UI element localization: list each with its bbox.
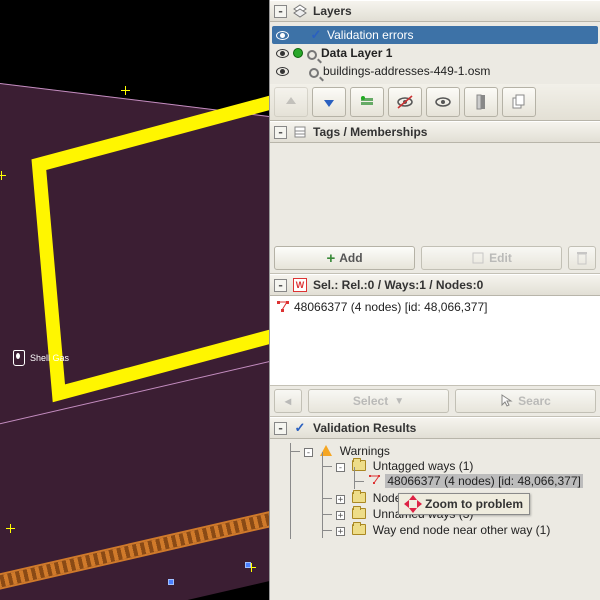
warnings-node[interactable]: - Warnings - Untagged ways (1) 48066377 … [290, 443, 598, 539]
visibility-toggle-icon[interactable] [276, 31, 289, 40]
collapse-toggle[interactable]: - [274, 126, 287, 139]
folder-icon [352, 524, 366, 535]
edit-icon [471, 251, 485, 265]
selection-item[interactable]: 48066377 (4 nodes) [id: 48,066,377] [276, 300, 594, 314]
validation-tree[interactable]: - Warnings - Untagged ways (1) 48066377 … [270, 439, 600, 600]
layers-panel-header: - Layers [270, 0, 600, 22]
tree-label: Way end node near other way (1) [373, 523, 551, 537]
validation-item[interactable]: 48066377 (4 nodes) [id: 48,066,377] [354, 473, 598, 489]
tree-handle[interactable]: - [336, 463, 345, 472]
layer-label: Data Layer 1 [321, 46, 392, 60]
active-layer-icon [293, 48, 303, 58]
search-button[interactable]: Searc [455, 389, 596, 413]
move-up-button[interactable] [274, 87, 308, 117]
dropdown-icon: ▼ [394, 396, 404, 407]
trash-icon [576, 251, 588, 265]
node-marker[interactable] [168, 579, 174, 585]
tree-handle[interactable]: + [336, 511, 345, 520]
tree-handle[interactable]: + [336, 527, 345, 536]
layer-opacity-button[interactable] [426, 87, 460, 117]
layers-icon [293, 4, 307, 18]
layer-item-validation-errors[interactable]: Validation errors [272, 26, 598, 44]
collapse-toggle[interactable]: - [274, 422, 287, 435]
layer-item-osm-file[interactable]: buildings-addresses-449-1.osm [272, 62, 598, 80]
layers-toolbar [270, 84, 600, 121]
tags-list[interactable] [270, 143, 600, 243]
layer-label: buildings-addresses-449-1.osm [323, 64, 490, 78]
way-icon [368, 474, 382, 486]
validation-panel-header: - Validation Results [270, 417, 600, 439]
selection-title: Sel.: Rel.:0 / Ways:1 / Nodes:0 [313, 278, 483, 292]
way-icon [276, 300, 290, 314]
validation-icon [293, 421, 307, 435]
context-tooltip: Zoom to problem [398, 493, 530, 515]
data-layer-icon [307, 50, 317, 60]
tree-label: Warnings [340, 444, 390, 458]
tree-label: Untagged ways (1) [373, 459, 474, 473]
validation-layer-icon [309, 28, 323, 42]
visibility-toggle-icon[interactable] [276, 67, 289, 76]
poi-label: Shell Gas [30, 353, 69, 363]
move-down-button[interactable] [312, 87, 346, 117]
cursor-icon [500, 394, 514, 408]
selection-icon: W [293, 278, 307, 292]
duplicate-layer-button[interactable] [502, 87, 536, 117]
add-tag-button[interactable]: + Add [274, 246, 415, 270]
activate-layer-button[interactable] [350, 87, 384, 117]
select-button[interactable]: Select ▼ [308, 389, 449, 413]
tags-panel-header: - Tags / Memberships [270, 121, 600, 143]
data-layer-icon [309, 68, 319, 78]
layers-list: Validation errors Data Layer 1 buildings… [270, 22, 600, 84]
tree-handle[interactable]: + [336, 495, 345, 504]
node-marker[interactable] [121, 86, 130, 95]
collapse-toggle[interactable]: - [274, 5, 287, 18]
zoom-arrows-icon [405, 496, 421, 512]
layers-title: Layers [313, 4, 352, 18]
node-marker[interactable] [6, 524, 15, 533]
selection-panel-header: - W Sel.: Rel.:0 / Ways:1 / Nodes:0 [270, 274, 600, 296]
node-marker[interactable] [0, 171, 6, 180]
untagged-ways-node[interactable]: - Untagged ways (1) 48066377 (4 nodes) [… [322, 458, 598, 490]
selection-item-label: 48066377 (4 nodes) [id: 48,066,377] [294, 300, 488, 314]
merge-layer-button[interactable] [464, 87, 498, 117]
folder-icon [352, 508, 366, 519]
validation-title: Validation Results [313, 421, 416, 435]
node-marker[interactable] [245, 562, 251, 568]
tags-icon [293, 125, 307, 139]
tags-title: Tags / Memberships [313, 125, 427, 139]
delete-tag-button[interactable] [568, 246, 596, 270]
map-canvas[interactable]: Shell Gas [0, 0, 269, 600]
tags-button-row: + Add Edit [270, 243, 600, 274]
way-end-node[interactable]: + Way end node near other way (1) [322, 522, 598, 538]
toggle-visibility-button[interactable] [388, 87, 422, 117]
layer-item-data-layer-1[interactable]: Data Layer 1 [272, 44, 598, 62]
selection-list[interactable]: 48066377 (4 nodes) [id: 48,066,377] [270, 296, 600, 386]
layer-label: Validation errors [327, 28, 413, 42]
folder-icon [352, 492, 366, 503]
collapse-toggle[interactable]: - [274, 279, 287, 292]
selection-button-row: ◂ Select ▼ Searc [270, 386, 600, 417]
visibility-toggle-icon[interactable] [276, 49, 289, 58]
fuel-poi-icon[interactable] [13, 350, 25, 366]
edit-tag-button[interactable]: Edit [421, 246, 562, 270]
tree-handle[interactable]: - [304, 448, 313, 457]
plus-icon: + [326, 250, 335, 267]
tree-label: 48066377 (4 nodes) [id: 48,066,377] [385, 474, 583, 488]
select-history-back[interactable]: ◂ [274, 389, 302, 413]
